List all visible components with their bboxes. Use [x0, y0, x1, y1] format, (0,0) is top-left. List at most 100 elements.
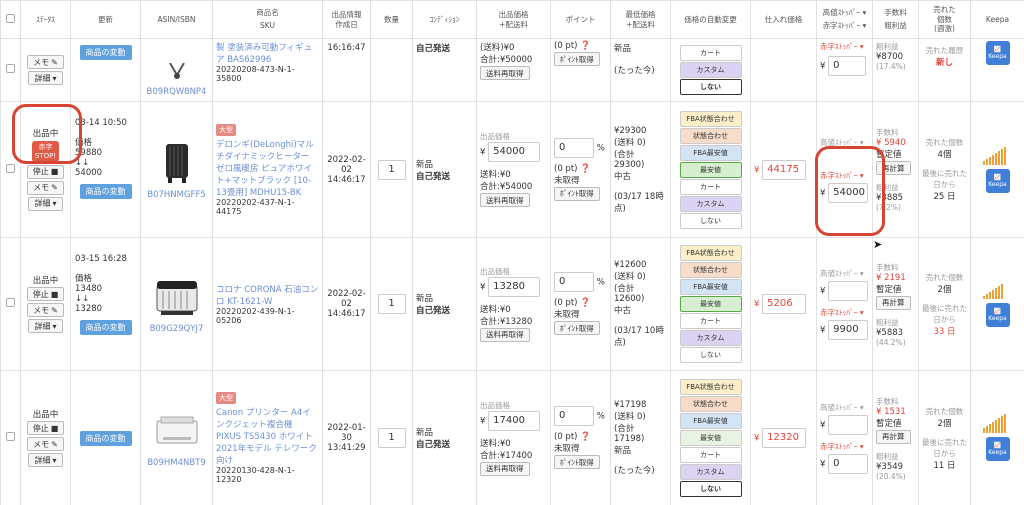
shipping-refetch-button[interactable]: 送料再取得: [480, 193, 530, 207]
recalc-button[interactable]: 再計算: [876, 161, 911, 175]
purchase-price-input[interactable]: 5206: [762, 294, 807, 314]
memo-button[interactable]: メモ ✎: [27, 180, 64, 195]
recalc-button[interactable]: 再計算: [876, 295, 911, 310]
large-size-tag: 大型: [216, 123, 236, 136]
product-name-link[interactable]: コロナ CORONA 石油コンロ KT-1621-W: [216, 283, 319, 307]
stop-button[interactable]: 停止 ■: [26, 287, 65, 301]
shipping-refetch-button[interactable]: 送料再取得: [480, 66, 530, 80]
points-refetch-button[interactable]: ﾎﾟｲﾝﾄ取得: [554, 186, 600, 201]
red-stopper-label: 赤字ｽﾄｯﾊﾟｰ ▾: [820, 170, 864, 180]
stop-button[interactable]: 停止 ■: [26, 164, 65, 179]
asin-link[interactable]: B09RQW8NP4: [147, 87, 207, 97]
auto-option-fba-lowest[interactable]: FBA最安値: [679, 144, 742, 161]
sold-history-value: 新し: [935, 58, 953, 68]
auto-option-fba-match[interactable]: FBA状態合わせ: [679, 245, 742, 261]
row-checkbox[interactable]: [6, 163, 15, 173]
auto-option-lowest[interactable]: 最安値: [679, 161, 742, 178]
shipping-text: 送料:¥0: [480, 304, 511, 315]
auto-option-custom[interactable]: カスタム: [679, 464, 742, 480]
asin-link[interactable]: B07HNMGFF5: [147, 190, 206, 200]
keepa-button[interactable]: 📈 Keepa: [985, 168, 1010, 193]
col-updated: 更新: [70, 0, 141, 39]
price-after: 54000: [75, 168, 103, 178]
auto-option-fba-match[interactable]: FBA状態合わせ: [679, 110, 742, 127]
auto-option-lowest[interactable]: 最安値: [679, 296, 742, 312]
product-change-button[interactable]: 商品の変動: [79, 430, 132, 446]
auto-option-fba-match[interactable]: FBA状態合わせ: [679, 379, 742, 395]
sku-text: 20220130-428-N-1-12320: [216, 466, 295, 484]
auto-option-custom[interactable]: カスタム: [679, 330, 742, 346]
points-input[interactable]: 0: [554, 406, 594, 426]
points-input[interactable]: 0: [554, 272, 594, 292]
purchase-price-input[interactable]: 44175: [762, 159, 807, 180]
listing-time: 16:16:47: [322, 38, 371, 102]
keepa-button[interactable]: 📈 Keepa: [985, 437, 1010, 461]
auto-options: FBA状態合わせ 状態合わせ FBA最安値 最安値 カート カスタム しない: [670, 237, 751, 371]
auto-option-fba-lowest[interactable]: FBA最安値: [679, 413, 742, 429]
red-stopper-input[interactable]: 54000: [828, 182, 869, 203]
high-stopper-input[interactable]: [828, 415, 869, 435]
lowest-condition: 新品: [614, 44, 632, 54]
sale-price-input[interactable]: 54000: [488, 142, 541, 162]
detail-button[interactable]: 詳細 ▾: [28, 319, 63, 333]
red-stopper-input[interactable]: 0: [828, 56, 867, 76]
shipping-refetch-button[interactable]: 送料再取得: [480, 461, 530, 476]
auto-option-none[interactable]: しない: [679, 79, 742, 95]
select-all-checkbox[interactable]: [6, 13, 15, 23]
auto-option-match[interactable]: 状態合わせ: [679, 127, 742, 144]
recalc-button[interactable]: 再計算: [876, 429, 911, 444]
points-refetch-button[interactable]: ﾎﾟｲﾝﾄ取得: [554, 52, 600, 66]
shipping-refetch-button[interactable]: 送料再取得: [480, 327, 530, 342]
auto-option-cart[interactable]: カート: [679, 313, 742, 329]
asin-link[interactable]: B09G29QYJ7: [150, 324, 204, 334]
auto-option-custom[interactable]: カスタム: [679, 62, 742, 78]
detail-button[interactable]: 詳細 ▾: [28, 453, 63, 467]
auto-option-match[interactable]: 状態合わせ: [679, 396, 742, 412]
auto-option-none[interactable]: しない: [679, 347, 742, 363]
points-input[interactable]: 0: [554, 137, 594, 158]
auto-option-cart[interactable]: カート: [679, 447, 742, 463]
product-name-link[interactable]: 製 塗装済み可動フィギュア BAS62996: [216, 41, 319, 65]
profit-pct: (7.2%): [876, 203, 901, 212]
keepa-button[interactable]: 📈 Keepa: [985, 41, 1010, 65]
auto-option-lowest[interactable]: 最安値: [679, 430, 742, 446]
condition-text: 新品: [416, 159, 434, 170]
product-name-link[interactable]: デロンギ(DeLonghi)マルチダイナミックヒーター ゼロ風暖房 ピュアホワイ…: [216, 138, 319, 198]
high-stopper-input[interactable]: [828, 281, 869, 301]
auto-option-none[interactable]: しない: [679, 212, 742, 229]
detail-button[interactable]: 詳細 ▾: [28, 196, 63, 211]
purchase-price-input[interactable]: 12320: [762, 428, 807, 448]
row-checkbox[interactable]: [6, 432, 15, 441]
auto-option-custom[interactable]: カスタム: [679, 195, 742, 212]
product-name-link[interactable]: Canon プリンター A4インクジェット複合機 PIXUS TS5430 ホワ…: [216, 406, 319, 466]
sale-price-input[interactable]: 17400: [488, 410, 541, 431]
row-checkbox[interactable]: [6, 298, 15, 307]
sale-price-input[interactable]: 13280: [488, 276, 541, 297]
product-change-button[interactable]: 商品の変動: [79, 184, 132, 199]
auto-option-cart[interactable]: カート: [679, 45, 742, 61]
quantity-input[interactable]: 1: [377, 428, 406, 448]
stop-button[interactable]: 停止 ■: [26, 421, 65, 435]
points-refetch-button[interactable]: ﾎﾟｲﾝﾄ取得: [554, 455, 600, 469]
red-stopper-input[interactable]: 0: [828, 454, 869, 474]
product-change-button[interactable]: 商品の変動: [79, 45, 132, 60]
auto-option-fba-lowest[interactable]: FBA最安値: [679, 279, 742, 295]
memo-button[interactable]: メモ ✎: [27, 437, 64, 451]
product-change-button[interactable]: 商品の変動: [79, 320, 132, 335]
red-stopper-input[interactable]: 9900: [828, 320, 869, 340]
stop-square-icon: ■: [50, 423, 59, 433]
row-checkbox[interactable]: [6, 64, 15, 73]
auto-option-match[interactable]: 状態合わせ: [679, 262, 742, 278]
quantity-input[interactable]: 1: [377, 159, 406, 180]
keepa-button[interactable]: 📈 Keepa: [985, 303, 1010, 327]
auto-option-none[interactable]: しない: [679, 481, 742, 497]
detail-button[interactable]: 詳細 ▾: [28, 71, 63, 85]
memo-button[interactable]: メモ ✎: [27, 55, 64, 69]
fulfillment-text: 自己発送: [416, 44, 451, 54]
asin-link[interactable]: B09HM4NBT9: [147, 458, 206, 468]
memo-button[interactable]: メモ ✎: [27, 303, 64, 317]
quantity-input[interactable]: 1: [377, 294, 406, 314]
auto-option-cart[interactable]: カート: [679, 178, 742, 195]
updated-time: 03-14 10:50: [75, 118, 127, 128]
points-refetch-button[interactable]: ﾎﾟｲﾝﾄ取得: [554, 321, 600, 335]
